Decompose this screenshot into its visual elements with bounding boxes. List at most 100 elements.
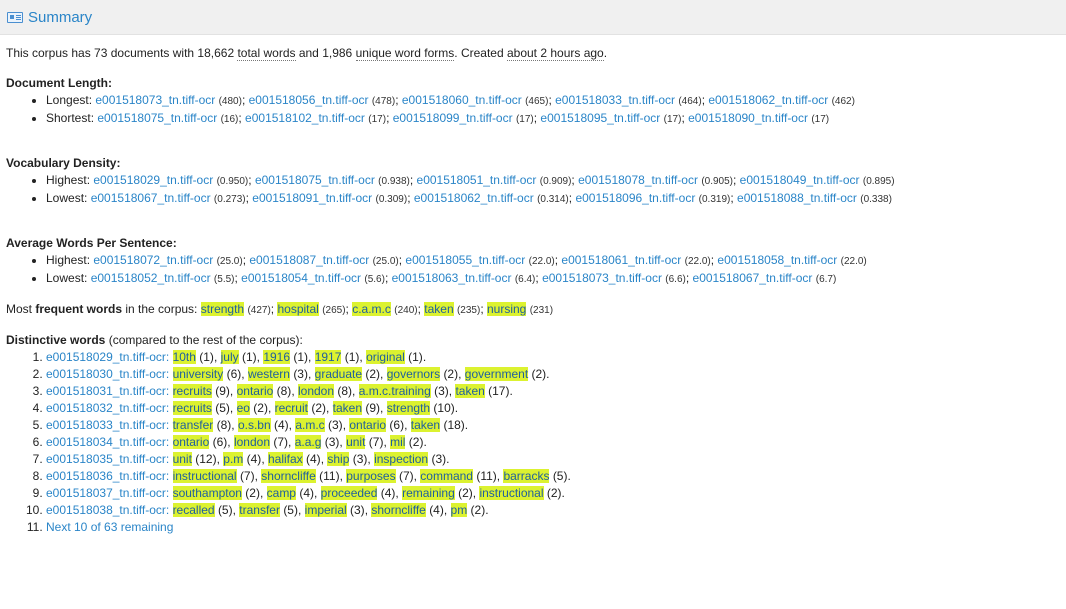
distinctive-word[interactable]: a.m.c.training: [358, 384, 431, 398]
document-link[interactable]: e001518095_tn.tiff-ocr: [540, 111, 660, 125]
document-link[interactable]: e001518051_tn.tiff-ocr: [417, 173, 537, 187]
distinctive-word[interactable]: command: [420, 469, 473, 483]
frequent-word[interactable]: taken: [424, 302, 454, 316]
distinctive-word[interactable]: ontario: [349, 418, 387, 432]
document-link[interactable]: e001518088_tn.tiff-ocr: [737, 191, 857, 205]
document-link[interactable]: e001518072_tn.tiff-ocr: [93, 253, 213, 267]
summary-title[interactable]: Summary: [28, 9, 92, 26]
distinctive-word[interactable]: a.m.c: [295, 418, 325, 432]
distinctive-word[interactable]: 1917: [314, 350, 342, 364]
document-link[interactable]: e001518035_tn.tiff-ocr:: [46, 452, 169, 466]
distinctive-word[interactable]: western: [247, 367, 290, 381]
document-link[interactable]: e001518038_tn.tiff-ocr:: [46, 503, 169, 517]
distinctive-word[interactable]: original: [366, 350, 405, 364]
distinctive-word[interactable]: university: [172, 367, 224, 381]
distinctive-word[interactable]: recruit: [274, 401, 308, 415]
distinctive-word[interactable]: remaining: [402, 486, 455, 500]
frequent-word[interactable]: hospital: [277, 302, 319, 316]
document-link[interactable]: e001518060_tn.tiff-ocr: [402, 93, 522, 107]
document-link[interactable]: e001518032_tn.tiff-ocr:: [46, 401, 169, 415]
document-link[interactable]: e001518036_tn.tiff-ocr:: [46, 469, 169, 483]
distinctive-word[interactable]: recalled: [172, 503, 215, 517]
distinctive-word[interactable]: strength: [386, 401, 431, 415]
document-link[interactable]: e001518052_tn.tiff-ocr: [91, 271, 211, 285]
distinctive-word[interactable]: shorncliffe: [371, 503, 426, 517]
document-link[interactable]: e001518075_tn.tiff-ocr: [255, 173, 375, 187]
document-link[interactable]: e001518037_tn.tiff-ocr:: [46, 486, 169, 500]
document-link[interactable]: e001518091_tn.tiff-ocr: [252, 191, 372, 205]
distinctive-word[interactable]: ship: [327, 452, 350, 466]
document-link[interactable]: e001518061_tn.tiff-ocr: [561, 253, 681, 267]
document-link[interactable]: e001518102_tn.tiff-ocr: [245, 111, 365, 125]
document-link[interactable]: e001518029_tn.tiff-ocr:: [46, 350, 169, 364]
distinctive-word[interactable]: instructional: [479, 486, 544, 500]
next-page-link[interactable]: Next 10 of 63 remaining: [46, 520, 173, 534]
document-link[interactable]: e001518062_tn.tiff-ocr: [708, 93, 828, 107]
distinctive-word[interactable]: p.m: [223, 452, 244, 466]
distinctive-word[interactable]: ontario: [172, 435, 210, 449]
distinctive-word[interactable]: purposes: [346, 469, 396, 483]
document-link[interactable]: e001518034_tn.tiff-ocr:: [46, 435, 169, 449]
document-link[interactable]: e001518087_tn.tiff-ocr: [249, 253, 369, 267]
distinctive-word[interactable]: unit: [346, 435, 366, 449]
distinctive-word[interactable]: 1916: [263, 350, 291, 364]
distinctive-word[interactable]: proceeded: [320, 486, 378, 500]
document-link[interactable]: e001518058_tn.tiff-ocr: [717, 253, 837, 267]
distinctive-word[interactable]: mil: [390, 435, 406, 449]
distinctive-word[interactable]: transfer: [239, 503, 280, 517]
distinctive-word[interactable]: governors: [386, 367, 441, 381]
distinctive-word[interactable]: taken: [455, 384, 485, 398]
distinctive-word[interactable]: barracks: [503, 469, 550, 483]
distinctive-word[interactable]: recruits: [172, 384, 212, 398]
document-link[interactable]: e001518033_tn.tiff-ocr: [555, 93, 675, 107]
distinctive-word[interactable]: a.a.g: [294, 435, 322, 449]
stat-value: (17): [663, 114, 682, 125]
document-link[interactable]: e001518055_tn.tiff-ocr: [405, 253, 525, 267]
document-link[interactable]: e001518054_tn.tiff-ocr: [241, 271, 361, 285]
distinctive-word[interactable]: recruits: [172, 401, 212, 415]
distinctive-word[interactable]: ontario: [236, 384, 274, 398]
document-link[interactable]: e001518031_tn.tiff-ocr:: [46, 384, 169, 398]
document-link[interactable]: e001518030_tn.tiff-ocr:: [46, 367, 169, 381]
document-link[interactable]: e001518067_tn.tiff-ocr: [693, 271, 813, 285]
distinctive-word[interactable]: taken: [410, 418, 441, 432]
document-link[interactable]: e001518056_tn.tiff-ocr: [249, 93, 369, 107]
document-link[interactable]: e001518062_tn.tiff-ocr: [414, 191, 534, 205]
distinctive-word[interactable]: taken: [332, 401, 363, 415]
distinctive-word[interactable]: pm: [450, 503, 468, 517]
distinctive-word[interactable]: london: [233, 435, 270, 449]
document-link[interactable]: e001518073_tn.tiff-ocr: [95, 93, 215, 107]
document-link[interactable]: e001518075_tn.tiff-ocr: [97, 111, 217, 125]
distinctive-word[interactable]: government: [464, 367, 529, 381]
frequent-word[interactable]: strength: [200, 302, 245, 316]
document-link[interactable]: e001518067_tn.tiff-ocr: [91, 191, 211, 205]
document-link[interactable]: e001518078_tn.tiff-ocr: [578, 173, 698, 187]
distinctive-word[interactable]: graduate: [314, 367, 363, 381]
distinctive-word[interactable]: instructional: [172, 469, 237, 483]
document-link[interactable]: e001518099_tn.tiff-ocr: [393, 111, 513, 125]
document-link[interactable]: e001518096_tn.tiff-ocr: [575, 191, 695, 205]
document-link[interactable]: e001518049_tn.tiff-ocr: [740, 173, 860, 187]
distinctive-word[interactable]: camp: [266, 486, 296, 500]
word-count: (2): [365, 367, 381, 381]
frequent-word[interactable]: c.a.m.c: [352, 302, 391, 316]
distinctive-word[interactable]: unit: [172, 452, 192, 466]
frequent-word[interactable]: nursing: [487, 302, 527, 316]
distinctive-word[interactable]: london: [297, 384, 335, 398]
distinctive-word[interactable]: southampton: [172, 486, 242, 500]
distinctive-word[interactable]: july: [220, 350, 239, 364]
document-link[interactable]: e001518063_tn.tiff-ocr: [392, 271, 512, 285]
document-link[interactable]: e001518090_tn.tiff-ocr: [688, 111, 808, 125]
document-link[interactable]: e001518029_tn.tiff-ocr: [93, 173, 213, 187]
document-link[interactable]: e001518073_tn.tiff-ocr: [542, 271, 662, 285]
distinctive-word[interactable]: o.s.bn: [237, 418, 271, 432]
distinctive-word[interactable]: 10th: [172, 350, 196, 364]
distinctive-word[interactable]: transfer: [172, 418, 214, 432]
distinctive-word[interactable]: shorncliffe: [261, 469, 316, 483]
distinctive-word[interactable]: inspection: [374, 452, 429, 466]
distinctive-word[interactable]: halifax: [267, 452, 303, 466]
distinctive-word[interactable]: imperial: [304, 503, 347, 517]
word-count: (2): [443, 367, 459, 381]
distinctive-word[interactable]: eo: [236, 401, 250, 415]
document-link[interactable]: e001518033_tn.tiff-ocr:: [46, 418, 169, 432]
